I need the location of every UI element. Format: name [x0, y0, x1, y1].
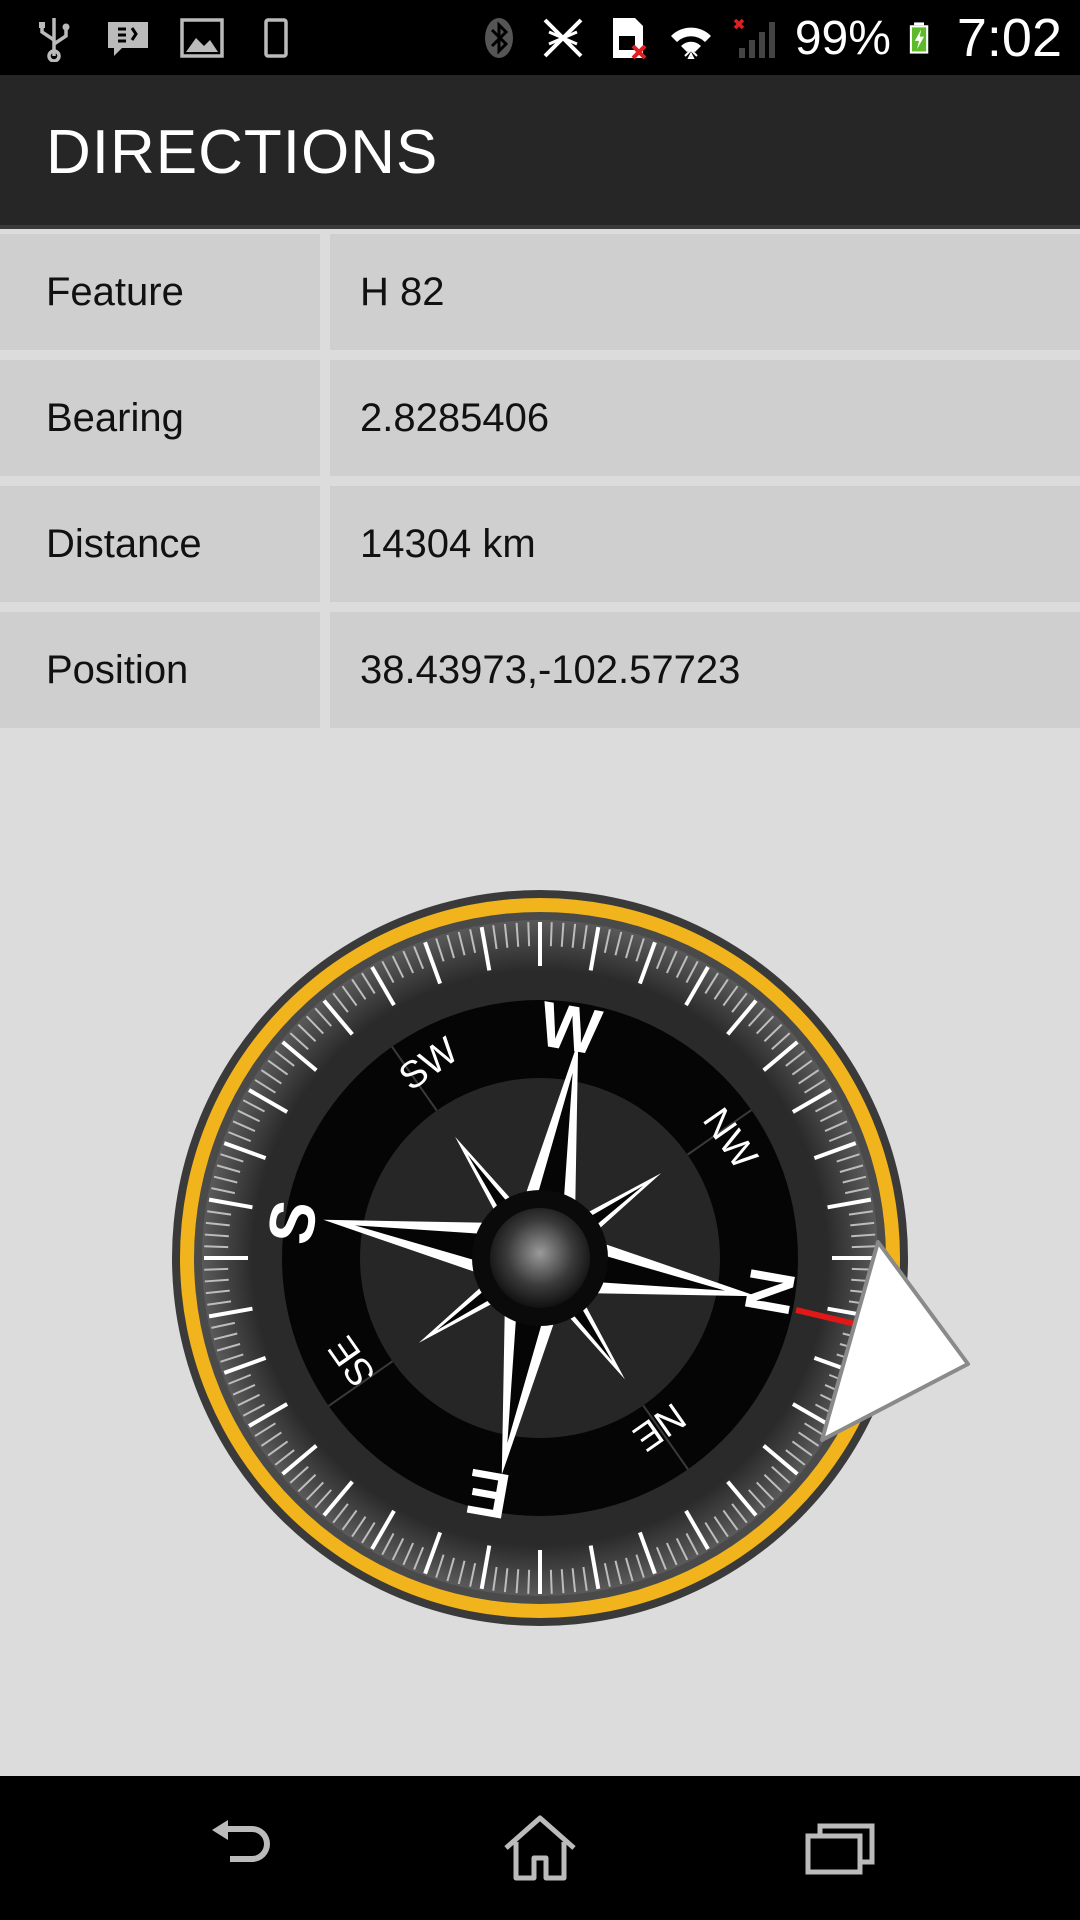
row-value: 2.8285406	[330, 360, 1080, 476]
compass: W N E S NW NE SE SW	[160, 870, 980, 1640]
tick-mark	[549, 1569, 553, 1594]
usb-icon	[39, 17, 70, 62]
tick-mark	[527, 922, 531, 947]
action-bar: DIRECTIONS	[0, 75, 1080, 229]
phone-icon	[264, 17, 288, 58]
compass-dial: W N E S NW NE SE SW	[172, 890, 970, 1626]
back-icon[interactable]	[200, 1812, 280, 1884]
row-value: 38.43973,-102.57723	[330, 612, 1080, 728]
row-label: Bearing	[0, 360, 320, 476]
wifi-icon	[670, 27, 711, 59]
bluetooth-icon	[484, 18, 513, 58]
table-row-feature: Feature H 82	[0, 234, 1080, 350]
row-label: Position	[0, 612, 320, 728]
tick-mark	[851, 1245, 876, 1249]
home-icon[interactable]	[500, 1812, 580, 1884]
table-row-distance: Distance 14304 km	[0, 486, 1080, 602]
compass-hub	[490, 1208, 590, 1308]
tick-mark	[527, 1569, 531, 1594]
row-label: Feature	[0, 234, 320, 350]
battery-charging-icon	[909, 22, 929, 54]
sim-error-icon	[612, 18, 647, 60]
table-row-bearing: Bearing 2.8285406	[0, 360, 1080, 476]
page-title: DIRECTIONS	[46, 118, 439, 187]
tick-mark	[204, 1267, 229, 1271]
status-bar: 99% 7:02	[0, 0, 1080, 75]
clock: 7:02	[956, 8, 1062, 68]
row-label: Distance	[0, 486, 320, 602]
row-value: 14304 km	[330, 486, 1080, 602]
tick-mark	[549, 922, 553, 947]
signal-icon	[733, 18, 775, 58]
navigation-bar	[0, 1776, 1080, 1920]
tick-mark	[204, 1245, 229, 1249]
notification-icon	[108, 21, 148, 56]
row-value: H 82	[330, 234, 1080, 350]
nfc-off-icon	[543, 18, 583, 58]
recent-apps-icon[interactable]	[800, 1812, 880, 1884]
table-row-position: Position 38.43973,-102.57723	[0, 612, 1080, 728]
image-icon	[180, 17, 224, 58]
battery-percent: 99%	[794, 11, 891, 65]
